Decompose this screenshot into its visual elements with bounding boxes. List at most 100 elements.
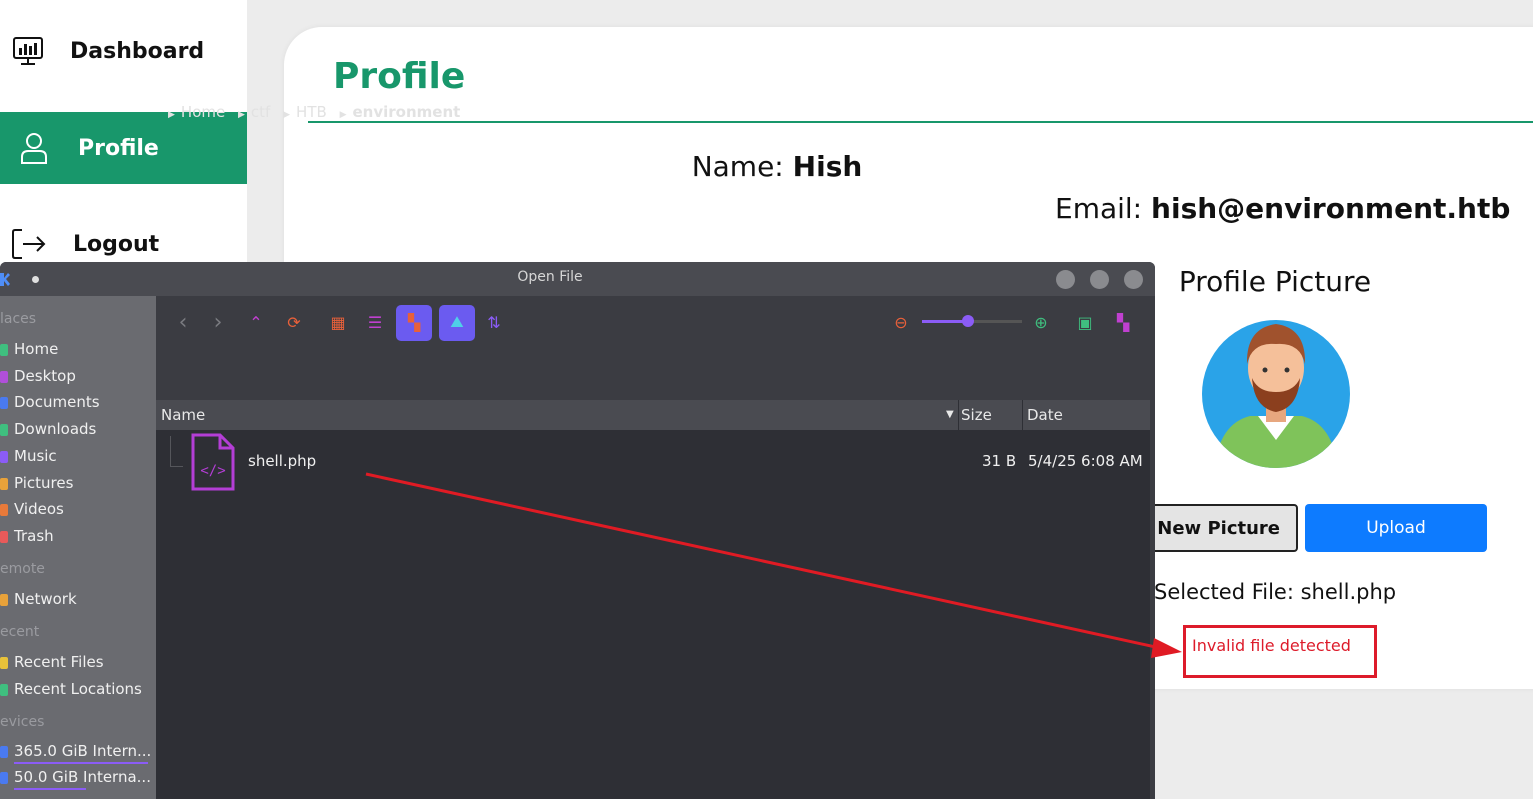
sidebar-item-profile[interactable]: Profile — [0, 112, 247, 184]
back-icon[interactable]: ‹ — [174, 310, 192, 335]
reload-icon[interactable]: ⟳ — [285, 313, 303, 332]
user-icon — [21, 133, 47, 164]
maximize-button[interactable] — [1090, 270, 1109, 289]
sort-icon[interactable]: ⇅ — [485, 313, 503, 332]
place-documents[interactable]: Documents — [0, 393, 100, 411]
tree-branch-line — [170, 436, 183, 467]
forward-icon[interactable]: › — [209, 310, 227, 335]
title-divider — [308, 121, 1533, 123]
dashboard-monitor-icon — [13, 37, 43, 65]
php-code-file-icon: </> — [191, 433, 235, 491]
drive-icon — [0, 745, 8, 758]
desktop-icon — [0, 370, 8, 383]
place-label: Music — [14, 447, 57, 465]
tree-view-icon: ▚ — [407, 312, 421, 332]
dialog-titlebar[interactable]: Open File — [0, 262, 1155, 296]
zoom-slider-handle[interactable] — [962, 315, 974, 327]
close-button[interactable] — [1124, 270, 1143, 289]
options-menu-icon[interactable]: ▚ — [1114, 313, 1132, 332]
error-message: Invalid file detected — [1192, 636, 1351, 655]
selected-file-text: Selected File: shell.php — [1154, 580, 1397, 604]
minimize-button[interactable] — [1056, 270, 1075, 289]
pictures-icon — [0, 477, 8, 490]
place-label: Videos — [14, 500, 64, 518]
place-label: Home — [14, 340, 59, 358]
breadcrumb-separator-icon: ▶ — [283, 110, 291, 120]
dialog-title: Open File — [517, 269, 583, 285]
file-row[interactable]: </> shell.php 31 B 5/4/25 6:08 AM — [156, 432, 1150, 492]
column-divider — [958, 400, 959, 430]
place-label: Documents — [14, 393, 100, 411]
recent-locations-icon — [0, 683, 8, 696]
drive-usage-bar — [14, 788, 86, 790]
breadcrumb-environment[interactable]: environment — [352, 103, 460, 121]
profile-avatar — [1202, 320, 1350, 468]
sidebar-item-dashboard[interactable]: Dashboard — [0, 18, 247, 84]
sort-descending-icon[interactable]: ▼ — [946, 409, 954, 420]
column-name-header[interactable]: Name — [161, 406, 205, 424]
place-downloads[interactable]: Downloads — [0, 420, 96, 438]
logout-icon — [12, 229, 46, 259]
place-label: Pictures — [14, 474, 74, 492]
place-recent-files[interactable]: Recent Files — [0, 653, 104, 671]
page-title: Profile — [333, 56, 466, 97]
place-label: 365.0 GiB Intern... — [14, 742, 152, 760]
parent-folder-icon[interactable]: ⌃ — [247, 313, 265, 332]
name-label: Name: — [691, 150, 784, 183]
place-music[interactable]: Music — [0, 447, 57, 465]
file-size: 31 B — [982, 452, 1017, 470]
profile-name: Name: Hish — [512, 150, 1042, 183]
email-value: hish@environment.htb — [1151, 192, 1511, 225]
place-label: 50.0 GiB Interna... — [14, 768, 151, 786]
place-label: Recent Files — [14, 653, 104, 671]
name-value: Hish — [792, 150, 863, 183]
device-drive-1[interactable]: 365.0 GiB Intern... — [0, 742, 151, 760]
file-date: 5/4/25 6:08 AM — [1028, 452, 1143, 470]
trash-icon — [0, 530, 8, 543]
zoom-out-icon[interactable]: ⊖ — [892, 313, 910, 332]
column-divider — [1022, 400, 1023, 430]
profile-email: Email: hish@environment.htb — [1055, 192, 1525, 225]
new-folder-icon[interactable]: ▣ — [1076, 313, 1094, 332]
file-list-header: Name ▼ Size Date — [156, 400, 1150, 430]
email-label: Email: — [1055, 192, 1143, 225]
zoom-in-icon[interactable]: ⊕ — [1032, 313, 1050, 332]
documents-icon — [0, 396, 8, 409]
drive-usage-bar — [14, 762, 148, 764]
profile-picture-title: Profile Picture — [1178, 265, 1372, 298]
svg-text:</>: </> — [200, 463, 225, 479]
drive-icon — [0, 771, 8, 784]
place-network[interactable]: Network — [0, 590, 77, 608]
devices-heading: evices — [0, 714, 45, 730]
place-pictures[interactable]: Pictures — [0, 474, 73, 492]
preview-icon: ⛰ — [450, 312, 464, 331]
place-trash[interactable]: Trash — [0, 527, 54, 545]
sidebar-item-label: Profile — [78, 135, 159, 161]
place-label: Desktop — [14, 367, 76, 385]
place-home[interactable]: Home — [0, 340, 58, 358]
places-heading: laces — [0, 311, 37, 327]
breadcrumb-separator-icon: ▶ — [168, 110, 175, 120]
breadcrumb-ctf[interactable]: ctf — [251, 103, 270, 121]
place-desktop[interactable]: Desktop — [0, 367, 76, 385]
column-size-header[interactable]: Size — [961, 406, 992, 424]
upload-button[interactable]: Upload — [1305, 504, 1487, 552]
recent-heading: ecent — [0, 624, 40, 640]
column-date-header[interactable]: Date — [1027, 406, 1063, 424]
file-list: Name ▼ Size Date </> shell.php 31 B 5/4/… — [156, 400, 1150, 799]
sidebar-item-label: Dashboard — [70, 38, 205, 64]
detail-view-icon[interactable]: ☰ — [366, 313, 384, 332]
place-label: Recent Locations — [14, 680, 142, 698]
place-videos[interactable]: Videos — [0, 500, 64, 518]
device-drive-2[interactable]: 50.0 GiB Interna... — [0, 768, 151, 786]
breadcrumb-htb[interactable]: HTB — [296, 103, 327, 121]
downloads-icon — [0, 423, 8, 436]
music-icon — [0, 450, 8, 463]
file-name: shell.php — [248, 452, 317, 470]
place-recent-locations[interactable]: Recent Locations — [0, 680, 142, 698]
sidebar-item-label: Logout — [73, 231, 160, 257]
network-icon — [0, 593, 8, 606]
place-label: Downloads — [14, 420, 97, 438]
breadcrumb-home[interactable]: Home — [181, 103, 225, 121]
icon-view-icon[interactable]: ▦ — [329, 313, 347, 332]
